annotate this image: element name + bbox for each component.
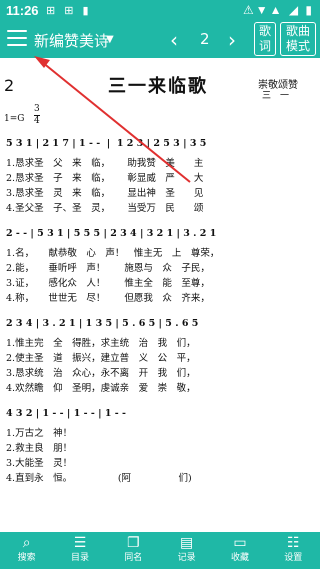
lyric-line: 3.恳求圣 灵 来 临， 显出神 圣 见	[6, 188, 204, 199]
nav-label: 收藏	[230, 553, 249, 563]
notation-line: 2 - - | 5 3 1 | 5 5 5 | 2 3 4 | 3 2 1 | …	[6, 228, 217, 239]
history-icon: ▤	[180, 535, 194, 551]
time-signature: 3 4	[34, 104, 40, 127]
previous-page-icon[interactable]: ‹	[170, 28, 178, 52]
bottom-nav: ⌕ 搜索 ☰ 目录 ❐ 同名 ▤ 记录 ▭ 收藏 ☷ 设置	[0, 532, 320, 569]
lyrics-button[interactable]: 歌 词	[254, 22, 276, 56]
notation-line: 4 3 2 | 1 - - | 1 - - | 1 - -	[6, 408, 126, 419]
nav-label: 同名	[124, 553, 143, 563]
nav-history[interactable]: ▤ 记录	[165, 532, 209, 564]
lyric-line: 1.恳求圣 父 来 临， 助我赞 美 主	[6, 158, 204, 169]
system-icons: ⚠▼▲ ◢ ▮	[242, 3, 314, 17]
page-number: 2	[200, 30, 210, 48]
lyric-line: 3.大能圣 灵！	[6, 458, 73, 469]
nav-label: 搜索	[17, 553, 36, 563]
book-title[interactable]: 新编赞美诗	[34, 30, 109, 51]
lyric-line: 4.直到永 恒。 (阿 们)	[6, 473, 192, 484]
status-bar: 11:26 ⊞ ⊞ ▮ ⚠▼▲ ◢ ▮	[0, 0, 320, 22]
lyric-line: 4.圣父圣 子、圣 灵， 当受万 民 颂	[6, 203, 204, 214]
nav-settings[interactable]: ☷ 设置	[271, 532, 315, 564]
dropdown-icon[interactable]: ▼	[106, 34, 114, 45]
menu-icon[interactable]	[7, 30, 27, 48]
nav-label: 目录	[70, 553, 89, 563]
notation-line: 2 3 4 | 3 . 2 1 | 1 3 5 | 5 . 6 5 | 5 . …	[6, 318, 199, 329]
lyric-line: 1.名， 献恭敬 心 声！ 惟主无 上 尊荣，	[6, 248, 220, 259]
nav-label: 记录	[177, 553, 196, 563]
notation-line: 5 3 1 | 2 1 7 | 1 - - | 1 2 3 | 2 5 3 | …	[6, 138, 207, 149]
key-signature: 1=G	[4, 114, 25, 124]
copy-icon: ❐	[127, 535, 140, 551]
nav-same-name[interactable]: ❐ 同名	[111, 532, 155, 564]
nav-favorites[interactable]: ▭ 收藏	[218, 532, 262, 564]
list-icon: ☰	[73, 535, 87, 551]
nav-contents[interactable]: ☰ 目录	[58, 532, 102, 564]
lyric-line: 3.证， 感化众 人！ 惟主全 能 至尊，	[6, 278, 210, 289]
app-bar: 新编赞美诗 ▼ ‹ 2 › 歌 词 歌曲 模式	[0, 22, 320, 58]
notification-icons: ⊞ ⊞ ▮	[46, 5, 92, 17]
lyric-line: 4.欢然瞻 仰 圣明，虔诚亲 爱 崇 敬，	[6, 383, 196, 394]
lyric-line: 2.能， 垂听呼 声！ 施恩与 众 子民，	[6, 263, 210, 274]
bookmark-icon: ▭	[233, 535, 247, 551]
settings-icon: ☷	[287, 535, 300, 551]
lyric-line: 1.惟主完 全 得胜，求主统 治 我 们，	[6, 338, 196, 349]
lyric-line: 4.称， 世世无 尽！ 但愿我 众 齐来，	[6, 293, 210, 304]
nav-label: 设置	[284, 553, 303, 563]
lyric-line: 1.万古之 神！	[6, 428, 73, 439]
song-category: 三 一	[262, 91, 290, 101]
lyric-line: 2.使主圣 道 振兴，建立普 义 公 平，	[6, 353, 196, 364]
time-sig-top: 3	[34, 104, 40, 114]
sheet-music: 2 三一来临歌 崇敬颂赞 三 一 1=G 3 4 5 3 1 | 2 1 7 |…	[0, 62, 320, 532]
nav-search[interactable]: ⌕ 搜索	[5, 532, 49, 564]
hymn-number: 2	[4, 76, 15, 95]
next-page-icon[interactable]: ›	[228, 28, 236, 52]
lyric-line: 3.恳求统 治 众心，永不离 开 我 们，	[6, 368, 196, 379]
search-icon: ⌕	[22, 535, 31, 551]
song-mode-button[interactable]: 歌曲 模式	[280, 22, 316, 56]
status-time: 11:26	[6, 3, 39, 18]
song-title: 三一来临歌	[108, 76, 208, 97]
lyric-line: 2.救主良 朋！	[6, 443, 73, 454]
time-sig-bottom: 4	[34, 115, 40, 126]
lyric-line: 2.恳求圣 子 来 临， 彰显威 严 大	[6, 173, 204, 184]
